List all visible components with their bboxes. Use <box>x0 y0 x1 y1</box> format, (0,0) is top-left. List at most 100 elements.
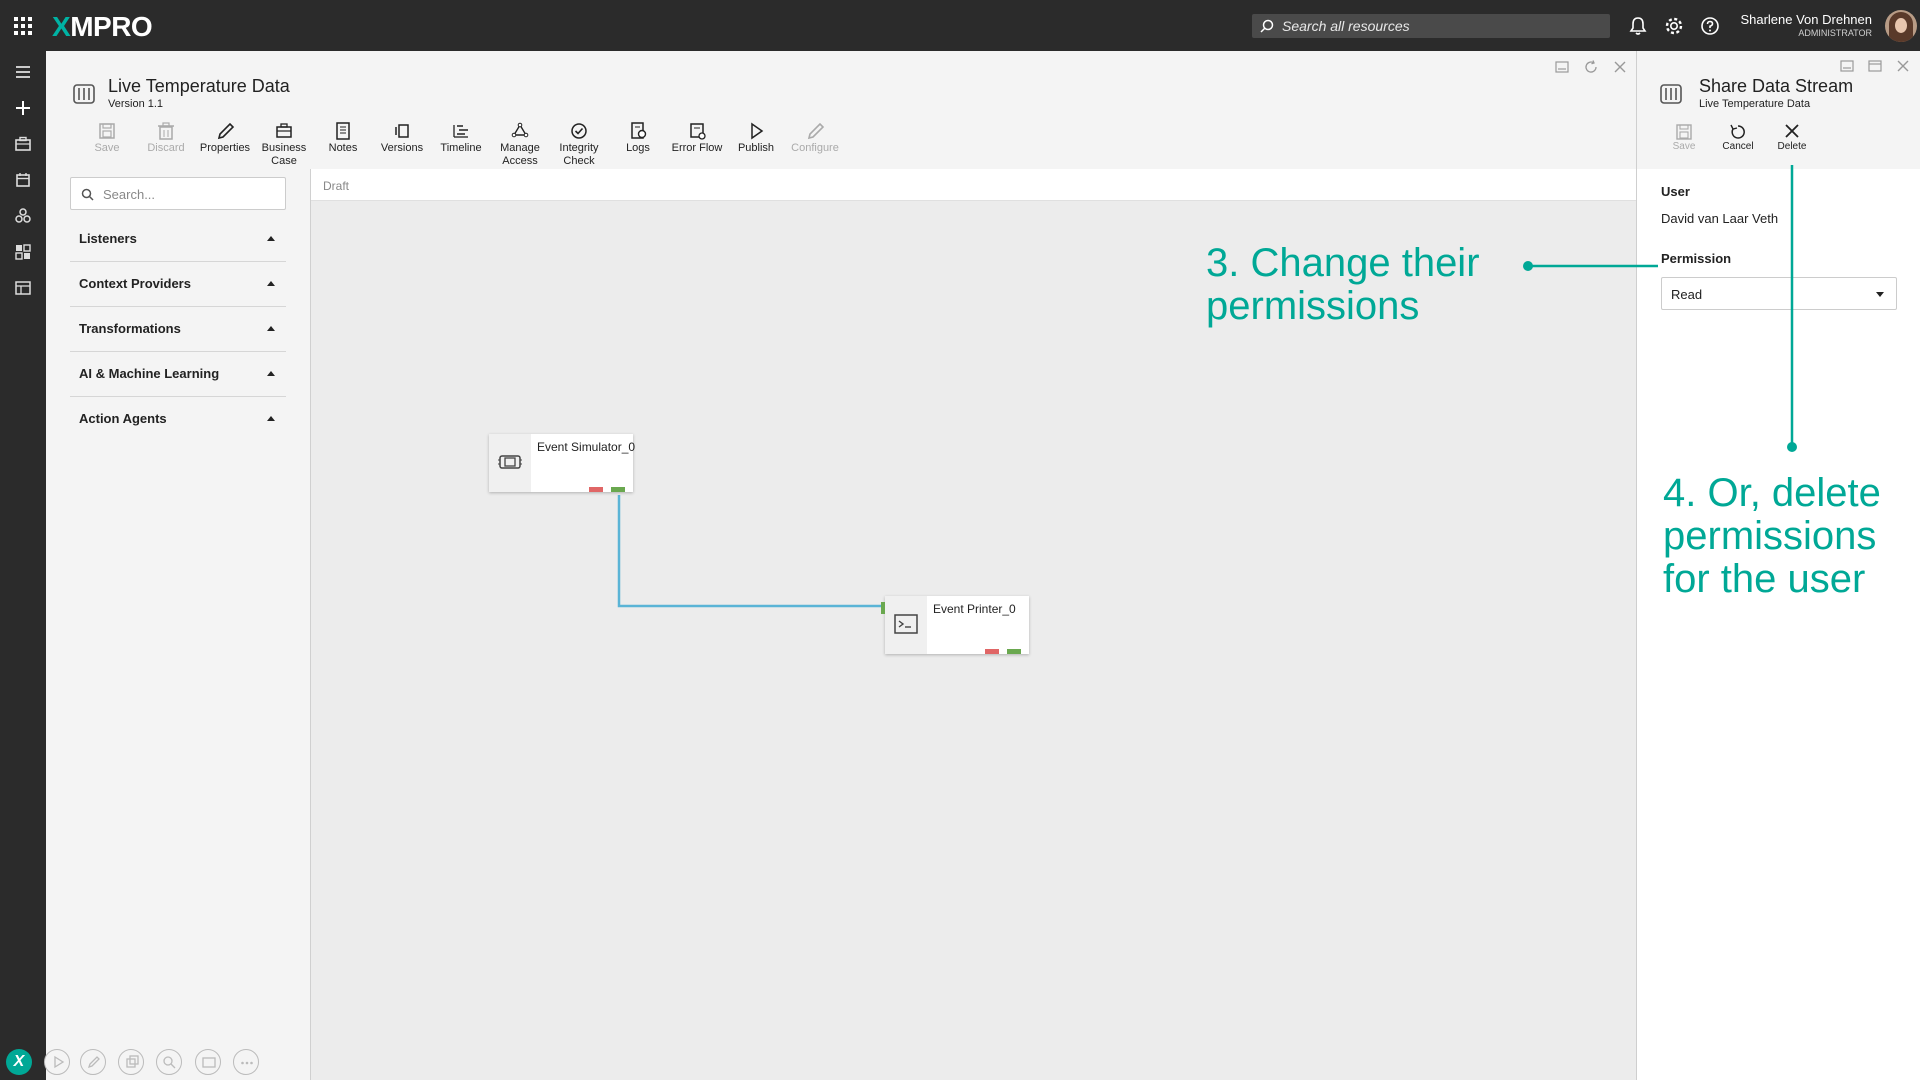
annotation-step-4: 4. Or, delete permissions for the user <box>1663 472 1881 601</box>
minimize-icon[interactable] <box>1554 59 1570 75</box>
avatar[interactable] <box>1885 10 1917 42</box>
global-search-input[interactable]: Search all resources <box>1252 14 1610 38</box>
configure-button[interactable]: Configure <box>786 121 844 155</box>
category-ai-machine-learning[interactable]: AI & Machine Learning <box>70 352 286 397</box>
category-listeners[interactable]: Listeners <box>70 217 286 262</box>
gear-icon[interactable] <box>1663 15 1685 37</box>
versions-icon <box>395 124 409 138</box>
pencil-icon <box>807 122 825 140</box>
caret-up-icon <box>267 371 275 376</box>
pencil-icon <box>217 122 235 140</box>
timeline-label: Timeline <box>440 142 482 154</box>
play-icon <box>751 122 764 140</box>
logs-label: Logs <box>626 142 650 154</box>
global-search-placeholder: Search all resources <box>1282 18 1410 34</box>
play-circle-icon[interactable] <box>44 1049 70 1075</box>
plus-icon[interactable] <box>13 98 33 118</box>
xmpro-x-badge[interactable]: X <box>6 1049 32 1075</box>
caret-up-icon <box>267 281 275 286</box>
category-label: Transformations <box>79 321 181 336</box>
chevron-down-icon <box>1876 292 1884 297</box>
notes-label: Notes <box>328 142 358 154</box>
error-port[interactable] <box>589 487 603 492</box>
manage-access-label: Manage Access <box>500 142 540 167</box>
dashboard-icon[interactable] <box>13 242 33 262</box>
node-event-printer[interactable]: Event Printer_0 <box>881 596 1029 654</box>
category-context-providers[interactable]: Context Providers <box>70 262 286 307</box>
node-label: Event Printer_0 <box>933 602 1016 616</box>
share-save-button[interactable]: Save <box>1661 123 1707 152</box>
search-icon <box>81 188 94 201</box>
category-action-agents[interactable]: Action Agents <box>70 397 286 442</box>
share-cancel-button[interactable]: Cancel <box>1715 123 1761 152</box>
maximize-icon[interactable] <box>1867 58 1883 74</box>
category-label: Listeners <box>79 231 137 246</box>
logs-button[interactable]: Logs <box>609 121 667 155</box>
annotation-line: for the user <box>1663 557 1866 601</box>
close-icon[interactable] <box>1895 58 1911 74</box>
edit-circle-icon[interactable] <box>80 1049 106 1075</box>
permission-select[interactable]: Read <box>1661 277 1897 310</box>
help-icon[interactable] <box>1699 15 1721 37</box>
category-label: Context Providers <box>79 276 191 291</box>
error-port[interactable] <box>985 649 999 654</box>
undo-icon <box>1730 124 1745 139</box>
user-label: User <box>1661 184 1690 199</box>
apps-grid-icon[interactable] <box>14 17 32 35</box>
user-value: David van Laar Veth <box>1661 211 1779 226</box>
node-icon-box <box>885 596 927 654</box>
manage-access-button[interactable]: Manage Access <box>491 121 549 168</box>
publish-button[interactable]: Publish <box>727 121 785 155</box>
minimize-icon[interactable] <box>1839 58 1855 74</box>
configure-label: Configure <box>791 142 839 154</box>
annotation-line: permissions <box>1206 284 1420 328</box>
refresh-icon[interactable] <box>1583 59 1599 75</box>
copy-circle-icon[interactable] <box>118 1049 144 1075</box>
node-event-simulator[interactable]: Event Simulator_0 <box>489 434 636 492</box>
save-button[interactable]: Save <box>78 121 136 155</box>
image-circle-icon[interactable] <box>195 1049 221 1075</box>
discard-button[interactable]: Discard <box>137 121 195 155</box>
publish-label: Publish <box>737 142 775 154</box>
output-port[interactable] <box>1007 649 1021 654</box>
data-stream-icon <box>1660 84 1682 104</box>
manage-access-icon <box>511 122 529 138</box>
integrity-check-label: Integrity Check <box>559 142 599 167</box>
share-delete-button[interactable]: Delete <box>1769 123 1815 152</box>
business-case-button[interactable]: Business Case <box>255 121 313 168</box>
notes-button[interactable]: Notes <box>314 121 372 155</box>
share-delete-label: Delete <box>1777 141 1807 152</box>
more-circle-icon[interactable] <box>233 1049 259 1075</box>
xmpro-logo[interactable]: XMPRO <box>52 11 153 43</box>
share-panel-subtitle: Live Temperature Data <box>1699 98 1811 110</box>
calendar-icon[interactable] <box>13 170 33 190</box>
save-icon <box>99 123 115 139</box>
briefcase-icon[interactable] <box>13 134 33 154</box>
share-panel-header: Share Data Stream Live Temperature Data … <box>1637 51 1920 169</box>
page-title: Live Temperature Data <box>108 76 290 96</box>
category-label: AI & Machine Learning <box>79 366 220 381</box>
integrity-check-button[interactable]: Integrity Check <box>550 121 608 168</box>
zoom-circle-icon[interactable] <box>156 1049 182 1075</box>
share-panel-title: Share Data Stream <box>1699 76 1854 96</box>
menu-icon[interactable] <box>13 62 33 82</box>
error-flow-label: Error Flow <box>671 142 723 154</box>
permission-label: Permission <box>1661 251 1732 266</box>
left-rail: X <box>0 51 46 1080</box>
versions-button[interactable]: Versions <box>373 121 431 155</box>
top-bar: XMPRO Search all resources Sharlene Von … <box>0 0 1920 51</box>
user-name[interactable]: Sharlene Von Drehnen <box>1740 12 1872 27</box>
agents-icon[interactable] <box>13 206 33 226</box>
bell-icon[interactable] <box>1627 15 1649 37</box>
close-icon[interactable] <box>1612 59 1628 75</box>
node-icon-box <box>489 434 531 492</box>
output-port[interactable] <box>611 487 625 492</box>
table-icon[interactable] <box>13 278 33 298</box>
error-flow-button[interactable]: Error Flow <box>668 121 726 155</box>
node-label: Event Simulator_0 <box>537 440 636 454</box>
properties-button[interactable]: Properties <box>196 121 254 155</box>
annotation-line: 3. Change their <box>1206 241 1480 285</box>
library-search-input[interactable]: Search... <box>70 177 286 210</box>
timeline-button[interactable]: Timeline <box>432 121 490 155</box>
category-transformations[interactable]: Transformations <box>70 307 286 352</box>
